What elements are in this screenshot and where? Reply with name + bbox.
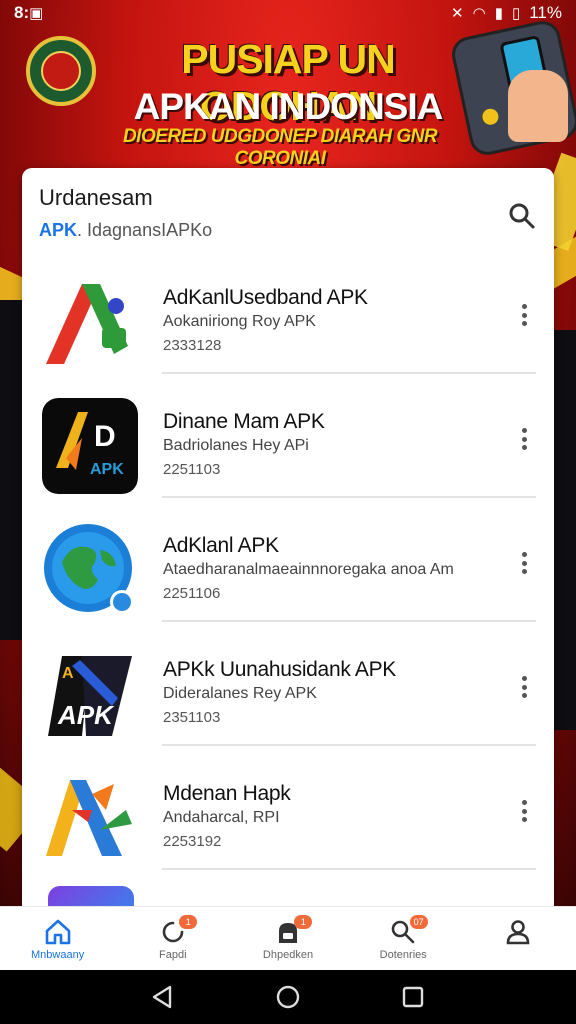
nav-item-downloads[interactable]: 1 Dhpedken: [230, 907, 345, 970]
app-list-card: Urdanesam APK. IdagnansIAPKo AdKanlUsedb…: [22, 168, 554, 928]
more-options-button[interactable]: [516, 672, 532, 702]
battery-icon: ▯: [511, 5, 521, 22]
list-item[interactable]: D APK Dinane Mam APK Badriolanes Hey APi…: [22, 374, 554, 498]
nav-label: Dotenries: [379, 949, 427, 961]
red-green-a-logo-icon: [42, 274, 138, 370]
list-item[interactable]: AdKanlUsedband APK Aokaniriong Roy APK 2…: [22, 250, 554, 374]
home-icon: [45, 919, 70, 945]
more-options-button[interactable]: [516, 548, 532, 578]
app-name: AdKanlUsedband APK: [163, 286, 368, 309]
background-shadow: [0, 300, 22, 640]
dark-apk-logo-icon: APK A: [42, 646, 138, 742]
notification-badge: 1: [179, 915, 198, 929]
search-button[interactable]: [506, 200, 538, 232]
app-developer: Dideralanes Rey APK: [163, 685, 317, 702]
list-item[interactable]: AdKlanl APK Ataedharanalmaeainnnoregaka …: [22, 498, 554, 622]
wifi-icon: ◠: [472, 5, 486, 22]
back-triangle-icon: [152, 985, 171, 1009]
more-options-button[interactable]: [516, 424, 532, 454]
recents-button[interactable]: [393, 977, 433, 1017]
notification-badge: 1: [294, 915, 313, 929]
app-developer: Ataedharanalmaeainnnoregaka anoa Am: [163, 561, 454, 578]
nav-item-updates[interactable]: 1 Fapdi: [115, 907, 230, 970]
app-number: 2253192: [163, 833, 222, 850]
card-subtitle-text: . IdagnansIAPKo: [77, 220, 213, 240]
recents-square-icon: [403, 986, 424, 1008]
svg-text:D: D: [94, 420, 116, 453]
app-developer: Andaharcal, RPI: [163, 809, 280, 826]
app-list: AdKanlUsedband APK Aokaniriong Roy APK 2…: [22, 250, 554, 870]
battery-level: 11%: [529, 3, 562, 22]
nav-item-profile[interactable]: [461, 907, 576, 970]
background-shadow: [554, 330, 576, 730]
list-item[interactable]: Mdenan Hapk Andaharcal, RPI 2253192: [22, 746, 554, 870]
svg-text:APK: APK: [90, 461, 124, 478]
bottom-navigation: Mnbwaany 1 Fapdi 1 Dhpedken 07 Dotenries: [0, 906, 576, 970]
list-item[interactable]: APK A APKk Uunahusidank APK Dideralanes …: [22, 622, 554, 746]
nav-label: Fapdi: [159, 949, 187, 961]
mute-icon: ✕: [451, 5, 464, 22]
colorful-a-logo-icon: [42, 770, 138, 866]
banner-subtitle: APKAN INDONSIA: [133, 86, 444, 127]
app-developer: Aokaniriong Roy APK: [163, 313, 316, 330]
status-bar: 8: ▣ ✕ ◠ ▮ ▯ 11%: [0, 0, 576, 26]
notification-icon: ▣: [29, 5, 44, 22]
more-options-button[interactable]: [516, 796, 532, 826]
app-name: APKk Uunahusidank APK: [163, 658, 397, 681]
app-number: 2251106: [163, 585, 221, 602]
signal-icon: ▮: [494, 5, 503, 22]
nav-label: Mnbwaany: [31, 949, 85, 961]
more-options-button[interactable]: [516, 300, 532, 330]
banner-tagline: DIOERED UDGDONEP DIARAH GNR CORONIAI: [122, 126, 438, 169]
svg-text:APK: APK: [57, 700, 115, 730]
nav-item-home[interactable]: Mnbwaany: [0, 907, 115, 970]
status-time: 8:: [14, 3, 30, 22]
search-icon: [509, 203, 535, 229]
globe-logo-icon: [42, 522, 138, 618]
hand-illustration: [508, 70, 568, 142]
app-developer: Badriolanes Hey APi: [163, 437, 309, 454]
app-number: 2251103: [163, 461, 221, 478]
nav-item-categories[interactable]: 07 Dotenries: [346, 907, 461, 970]
back-button[interactable]: [143, 977, 183, 1017]
app-number: 2333128: [163, 337, 222, 354]
divider: [162, 868, 536, 870]
profile-icon: [507, 920, 530, 945]
app-name: Mdenan Hapk: [163, 782, 291, 805]
home-button[interactable]: [268, 977, 308, 1017]
app-name: Dinane Mam APK: [163, 410, 325, 433]
emblem-logo: [26, 36, 96, 106]
card-subtitle: APK. IdagnansIAPKo: [39, 220, 212, 241]
system-navigation-bar: [0, 970, 576, 1024]
home-circle-icon: [276, 985, 300, 1009]
black-d-apk-logo-icon: D APK: [42, 398, 138, 494]
notification-badge: 07: [409, 915, 428, 929]
app-name: AdKlanl APK: [163, 534, 279, 557]
nav-label: Dhpedken: [262, 949, 314, 961]
svg-text:A: A: [62, 665, 74, 682]
app-number: 2351103: [163, 709, 221, 726]
apk-tag: APK: [39, 220, 78, 240]
card-title: Urdanesam: [39, 185, 153, 210]
